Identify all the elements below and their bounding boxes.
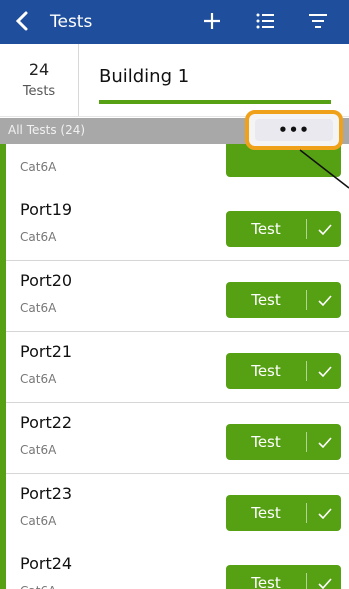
list-item[interactable]: Port19 Cat6A Test xyxy=(6,190,349,261)
list-item[interactable]: Port21 Cat6A Test xyxy=(6,332,349,403)
filter-icon[interactable] xyxy=(303,6,333,36)
checkmark-icon[interactable] xyxy=(314,571,336,589)
test-button-label: Test xyxy=(251,574,281,589)
cable-type: Cat6A xyxy=(20,514,57,528)
cable-type: Cat6A xyxy=(20,584,56,589)
test-button[interactable]: Test xyxy=(226,495,341,531)
back-chevron-icon[interactable] xyxy=(14,6,30,43)
cable-type: Cat6A xyxy=(20,230,57,244)
cable-type: Cat6A xyxy=(20,301,57,315)
list-item[interactable]: Port22 Cat6A Test xyxy=(6,403,349,474)
button-divider xyxy=(306,219,307,239)
more-options-button[interactable]: ••• xyxy=(255,119,333,141)
port-name: Port20 xyxy=(20,271,73,290)
test-button-label: Test xyxy=(251,504,281,522)
test-button[interactable]: Test xyxy=(226,211,341,247)
checkmark-icon[interactable] xyxy=(314,430,336,454)
building-header: 24 Tests Building 1 xyxy=(0,44,349,117)
button-divider xyxy=(306,290,307,310)
list-item[interactable]: Port24 Cat6A Test xyxy=(6,544,349,589)
button-divider xyxy=(306,503,307,523)
cable-type: Cat6A xyxy=(20,372,57,386)
checkmark-icon[interactable] xyxy=(314,217,336,241)
building-name[interactable]: Building 1 xyxy=(99,66,189,87)
port-name: Port23 xyxy=(20,484,73,503)
list-item[interactable]: Cat6A xyxy=(6,144,349,191)
list-item[interactable]: Port23 Cat6A Test xyxy=(6,474,349,545)
test-button-label: Test xyxy=(251,433,281,451)
test-button[interactable]: Test xyxy=(226,282,341,318)
app-bar-title: Tests xyxy=(50,12,93,32)
list-view-icon[interactable] xyxy=(250,6,280,36)
test-button[interactable]: Test xyxy=(226,424,341,460)
filter-label[interactable]: All Tests (24) xyxy=(8,123,85,137)
test-list: Cat6A Port19 Cat6A Test Port20 Cat6A Tes… xyxy=(0,144,349,589)
list-item[interactable]: Port20 Cat6A Test xyxy=(6,261,349,332)
test-button[interactable]: Test xyxy=(226,565,341,589)
test-count: 24 xyxy=(28,60,50,79)
test-button[interactable]: Test xyxy=(226,353,341,389)
test-button-label: Test xyxy=(251,291,281,309)
port-name: Port19 xyxy=(20,200,73,219)
test-button-label: Test xyxy=(251,220,281,238)
checkmark-icon[interactable] xyxy=(314,288,336,312)
button-divider xyxy=(306,432,307,452)
cable-type: Cat6A xyxy=(20,443,57,457)
test-count-label: Tests xyxy=(22,84,56,99)
button-divider xyxy=(306,573,307,589)
port-name: Port24 xyxy=(20,554,73,573)
top-app-bar: Tests xyxy=(0,0,349,44)
port-name: Port22 xyxy=(20,413,73,432)
checkmark-icon[interactable] xyxy=(314,359,336,383)
cable-type: Cat6A xyxy=(20,160,57,174)
add-icon[interactable] xyxy=(197,6,227,36)
checkmark-icon[interactable] xyxy=(314,501,336,525)
more-options-highlight: ••• xyxy=(245,110,343,150)
test-count-box: 24 Tests xyxy=(0,44,79,116)
test-button-label: Test xyxy=(251,362,281,380)
button-divider xyxy=(306,361,307,381)
building-underline xyxy=(99,100,331,104)
port-name: Port21 xyxy=(20,342,73,361)
